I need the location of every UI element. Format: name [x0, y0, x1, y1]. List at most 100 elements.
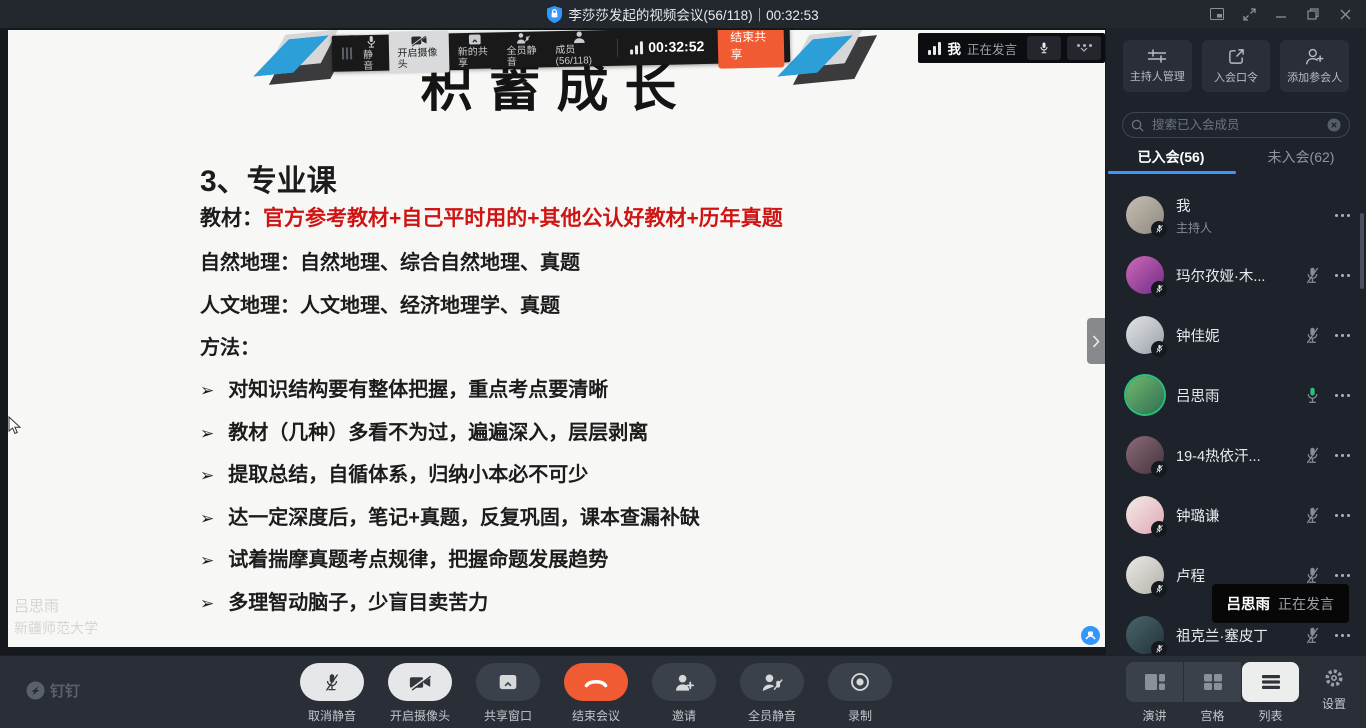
pip-mode-icon[interactable] — [1204, 2, 1230, 26]
scrollbar-thumb[interactable] — [1360, 213, 1364, 289]
view-mode-speaker[interactable]: 演讲 — [1126, 662, 1183, 724]
dingtalk-logo-icon — [26, 681, 45, 700]
tab-joined[interactable]: 已入会(56) — [1106, 140, 1236, 174]
slide-bullet: ➢达一定深度后，笔记+真题，反复巩固，课本查漏补缺 — [200, 501, 700, 530]
banner-mic-button[interactable] — [1027, 36, 1061, 60]
signal-icon — [630, 41, 643, 54]
slide-bullet: ➢多理智动脑子，少盲目卖苦力 — [200, 586, 488, 615]
add-participant-button[interactable]: 添加参会人 — [1280, 40, 1349, 92]
member-mic-muted-icon[interactable] — [1301, 326, 1323, 345]
slide-materials-line: 教材：官方参考教材+自己平时用的+其他公认好教材+历年真题 — [200, 202, 783, 232]
toolbar-members-button[interactable]: 成员(56/118) — [548, 30, 612, 69]
mute-all-icon — [761, 673, 783, 692]
drag-handle-icon[interactable] — [342, 47, 352, 59]
minimize-icon[interactable] — [1268, 2, 1294, 26]
member-more-button[interactable] — [1335, 514, 1350, 517]
member-more-button[interactable] — [1335, 214, 1350, 217]
mute-all-button[interactable]: 全员静音 — [728, 663, 816, 724]
share-window-button[interactable]: 共享窗口 — [464, 663, 552, 724]
toolbar-camera-button[interactable]: 开启摄像头 — [389, 30, 449, 73]
slide-method-label: 方法： — [200, 331, 260, 360]
toolbar-mute-button[interactable]: 静音 — [356, 32, 388, 74]
bottom-toolbar: 钉钉 取消静音 开启摄像头 共享窗口 结束会议 邀请 全员静音 录制 — [0, 655, 1366, 728]
invite-button[interactable]: 邀请 — [640, 663, 728, 724]
member-row[interactable]: 玛尔孜娅·木... — [1106, 245, 1366, 305]
member-row[interactable]: 钟佳妮 — [1106, 305, 1366, 365]
unmute-button[interactable]: 取消静音 — [288, 663, 376, 724]
speaker-view-icon — [1144, 673, 1166, 691]
slide-heading: 3、专业课 — [200, 156, 337, 200]
clear-search-icon[interactable] — [1327, 118, 1341, 132]
search-box — [1122, 112, 1350, 138]
end-share-button[interactable]: 结束共享 — [718, 30, 785, 69]
avatar — [1126, 196, 1164, 234]
person-add-icon — [674, 673, 695, 692]
avatar — [1126, 496, 1164, 534]
member-more-button[interactable] — [1335, 394, 1350, 397]
view-mode-grid[interactable]: 宫格 — [1184, 662, 1241, 724]
share-window-icon — [468, 33, 482, 45]
mic-icon — [1038, 41, 1050, 55]
member-more-button[interactable] — [1335, 274, 1350, 277]
phone-hangup-icon — [584, 677, 608, 688]
member-row[interactable]: 19-4热依汗... — [1106, 425, 1366, 485]
share-toolbar: 静音 开启摄像头 新的共享 全员静音 成员(56/118) 00:32:52 — [332, 30, 791, 72]
member-more-button[interactable] — [1335, 574, 1350, 577]
slide-bullet: ➢对知识结构要有整体把握，重点考点要清晰 — [200, 373, 608, 402]
avatar — [1126, 256, 1164, 294]
member-more-button[interactable] — [1335, 634, 1350, 637]
member-row[interactable]: 钟璐谦 — [1106, 485, 1366, 545]
mouse-cursor — [8, 416, 22, 436]
host-manage-button[interactable]: 主持人管理 — [1123, 40, 1192, 92]
member-mic-muted-icon[interactable] — [1301, 266, 1323, 285]
list-view-icon — [1261, 674, 1281, 690]
restore-icon[interactable] — [1300, 2, 1326, 26]
avatar — [1126, 316, 1164, 354]
mic-muted-badge-icon — [1151, 641, 1167, 655]
host-manage-icon — [1147, 48, 1167, 64]
slide-bullet: ➢试着揣摩真题考点规律，把握命题发展趋势 — [200, 543, 608, 572]
title-bar: 李莎莎发起的视频会议(56/118)｜00:32:53 — [0, 0, 1366, 28]
avatar-speaking — [1126, 376, 1164, 414]
mic-off-icon — [323, 672, 341, 693]
settings-button[interactable]: 设置 — [1308, 668, 1360, 712]
share-window-icon — [498, 674, 518, 691]
shared-screen: 积蓄成长 3、专业课 教材：官方参考教材+自己平时用的+其他公认好教材+历年真题… — [8, 30, 1105, 647]
member-mic-muted-icon[interactable] — [1301, 506, 1323, 525]
member-more-button[interactable] — [1335, 454, 1350, 457]
member-row[interactable]: 吕思雨 — [1106, 365, 1366, 425]
member-mic-muted-icon[interactable] — [1301, 566, 1323, 585]
share-assistant-icon[interactable] — [1081, 626, 1100, 645]
camera-on-button[interactable]: 开启摄像头 — [376, 663, 464, 724]
view-mode-switcher: 演讲 宫格 列表 — [1126, 662, 1299, 724]
toolbar-mute-all-button[interactable]: 全员静音 — [499, 30, 549, 70]
meeting-code-button[interactable]: 入会口令 — [1202, 40, 1271, 92]
member-mic-muted-icon[interactable] — [1301, 446, 1323, 465]
record-button[interactable]: 录制 — [816, 663, 904, 724]
search-input[interactable] — [1150, 117, 1321, 133]
search-icon — [1131, 119, 1144, 132]
toolbar-new-share-button[interactable]: 新的共享 — [450, 31, 500, 71]
member-row[interactable]: 我主持人 — [1106, 185, 1366, 245]
view-mode-list[interactable]: 列表 — [1242, 662, 1299, 724]
end-meeting-button[interactable]: 结束会议 — [552, 663, 640, 724]
active-tab-indicator — [1108, 171, 1236, 174]
slide-line-physical: 自然地理：自然地理、综合自然地理、真题 — [200, 246, 580, 275]
panel-collapse-tab[interactable] — [1087, 318, 1105, 364]
signal-icon — [928, 42, 941, 55]
member-mic-muted-icon[interactable] — [1301, 626, 1323, 645]
speaker-name: 我 — [947, 38, 961, 58]
speaker-status: 正在发言 — [967, 39, 1017, 58]
tab-not-joined[interactable]: 未入会(62) — [1236, 140, 1366, 174]
fullscreen-icon[interactable] — [1236, 2, 1262, 26]
banner-more-button[interactable] — [1067, 36, 1101, 60]
window-title: 李莎莎发起的视频会议(56/118)｜00:32:53 — [568, 4, 818, 24]
member-more-button[interactable] — [1335, 334, 1350, 337]
slide-bullet: ➢提取总结，自循体系，归纳小本必不可少 — [200, 458, 588, 487]
gear-icon — [1324, 668, 1344, 688]
dingtalk-brand: 钉钉 — [26, 680, 80, 701]
close-icon[interactable] — [1332, 2, 1358, 26]
member-mic-active-icon[interactable] — [1301, 386, 1323, 405]
share-timer: 00:32:52 — [648, 38, 704, 55]
chevron-down-icon — [1080, 47, 1088, 52]
